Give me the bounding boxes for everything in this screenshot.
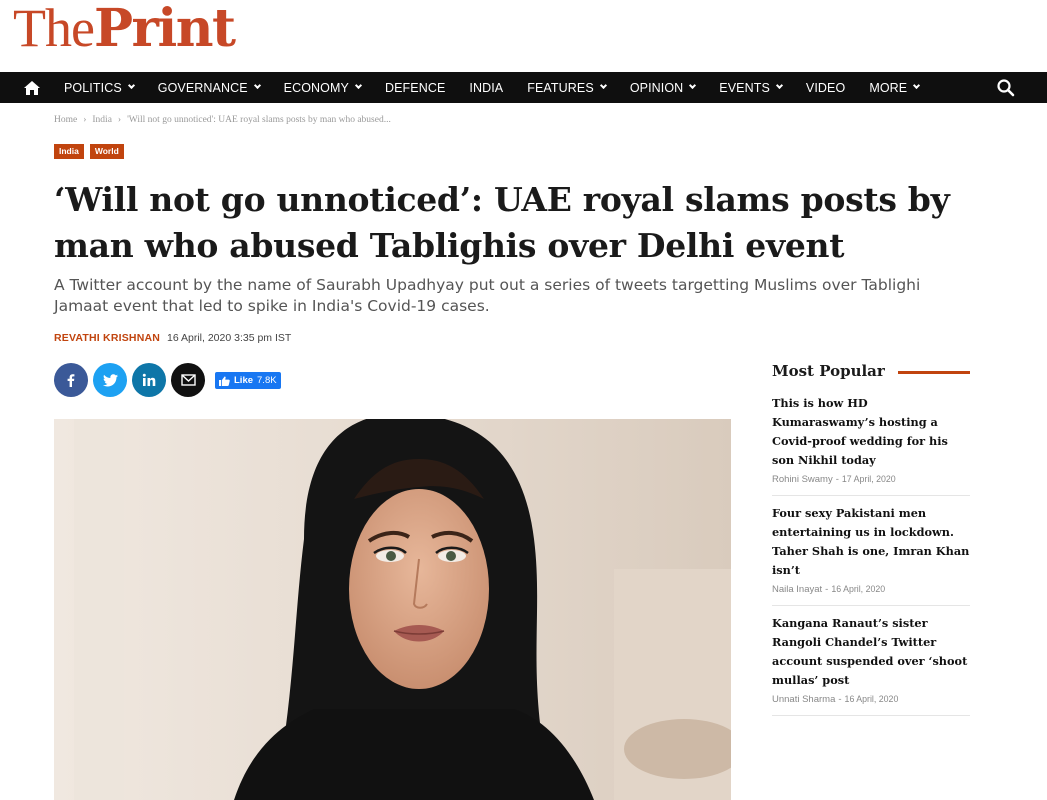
popular-article-link[interactable]: Kangana Ranaut’s sister Rangoli Chandel’… bbox=[772, 614, 970, 690]
article-subhead: A Twitter account by the name of Saurabh… bbox=[54, 276, 921, 315]
site-logo[interactable]: ThePrint bbox=[13, 0, 236, 59]
breadcrumb: Home › India › 'Will not go unnoticed': UAE … bbox=[54, 115, 391, 125]
nav-item-events[interactable]: EVENTS bbox=[707, 72, 794, 103]
email-icon bbox=[180, 374, 196, 386]
nav-item-label: OPINION bbox=[629, 80, 684, 95]
facebook-share-button[interactable] bbox=[54, 363, 88, 397]
nav-item-defence[interactable]: DEFENCE bbox=[373, 72, 457, 103]
breadcrumb-section[interactable]: India bbox=[92, 115, 112, 125]
nav-item-label: VIDEO bbox=[805, 80, 846, 95]
facebook-like-button[interactable]: Like 7.8K bbox=[215, 372, 281, 389]
like-count: 7.8K bbox=[257, 375, 277, 386]
nav-item-label: EVENTS bbox=[719, 80, 770, 95]
list-item: This is how HD Kumaraswamy’s hosting a C… bbox=[772, 386, 970, 496]
nav-item-label: FEATURES bbox=[527, 80, 594, 95]
twitter-icon bbox=[102, 373, 118, 386]
most-popular-title: Most Popular bbox=[772, 362, 885, 380]
chevron-down-icon bbox=[127, 81, 135, 90]
nav-item-label: INDIA bbox=[469, 80, 504, 95]
popular-date: 17 April, 2020 bbox=[841, 474, 896, 484]
home-icon[interactable] bbox=[22, 78, 42, 98]
nav-item-more[interactable]: MORE bbox=[857, 72, 931, 103]
meta-separator: - bbox=[825, 584, 829, 595]
email-share-button[interactable] bbox=[171, 363, 205, 397]
popular-author[interactable]: Unnati Sharma bbox=[772, 694, 835, 705]
nav-item-features[interactable]: FEATURES bbox=[515, 72, 618, 103]
chevron-down-icon bbox=[775, 81, 783, 90]
popular-article-link[interactable]: Four sexy Pakistani men entertaining us … bbox=[772, 504, 970, 580]
byline: REVATHI KRISHNAN 16 April, 2020 3:35 pm … bbox=[54, 332, 291, 344]
most-popular-heading: Most Popular bbox=[772, 362, 970, 386]
article-headline: ‘Will not go unnoticed’: UAE royal slams… bbox=[54, 180, 950, 265]
facebook-icon bbox=[67, 374, 75, 387]
nav-item-video[interactable]: VIDEO bbox=[794, 72, 857, 103]
nav-item-governance[interactable]: GOVERNANCE bbox=[146, 72, 272, 103]
share-bar bbox=[54, 363, 205, 397]
meta-separator: - bbox=[838, 694, 842, 705]
popular-article-meta: Naila Inayat -16 April, 2020 bbox=[772, 584, 970, 595]
logo-print: Print bbox=[93, 0, 236, 59]
nav-item-politics[interactable]: POLITICS bbox=[52, 72, 146, 103]
tag-world[interactable]: World bbox=[89, 144, 124, 159]
heading-rule bbox=[898, 371, 970, 374]
popular-article-meta: Unnati Sharma -16 April, 2020 bbox=[772, 694, 970, 705]
breadcrumb-home[interactable]: Home bbox=[54, 115, 77, 125]
nav-items: POLITICS GOVERNANCE ECONOMY DEFENCE INDIA FEA… bbox=[52, 72, 931, 103]
popular-author[interactable]: Rohini Swamy bbox=[772, 474, 833, 485]
chevron-down-icon bbox=[354, 81, 363, 90]
nav-item-label: POLITICS bbox=[64, 80, 122, 95]
breadcrumb-current: 'Will not go unnoticed': UAE royal slams… bbox=[127, 115, 391, 125]
search-icon[interactable] bbox=[996, 78, 1016, 98]
popular-article-link[interactable]: This is how HD Kumaraswamy’s hosting a C… bbox=[772, 394, 970, 470]
chevron-down-icon bbox=[253, 81, 261, 90]
linkedin-icon bbox=[142, 373, 156, 386]
nav-item-label: GOVERNANCE bbox=[157, 80, 248, 95]
nav-item-label: ECONOMY bbox=[283, 80, 349, 95]
portrait-image bbox=[54, 419, 731, 800]
thumbs-up-icon bbox=[219, 376, 230, 386]
nav-item-opinion[interactable]: OPINION bbox=[618, 72, 707, 103]
logo-the: The bbox=[13, 0, 95, 58]
popular-date: 16 April, 2020 bbox=[844, 694, 899, 704]
nav-item-india[interactable]: INDIA bbox=[457, 72, 515, 103]
category-tags: India World bbox=[54, 144, 124, 159]
nav-item-economy[interactable]: ECONOMY bbox=[272, 72, 373, 103]
linkedin-share-button[interactable] bbox=[132, 363, 166, 397]
chevron-down-icon bbox=[689, 81, 697, 90]
popular-article-meta: Rohini Swamy -17 April, 2020 bbox=[772, 474, 970, 485]
list-item: Four sexy Pakistani men entertaining us … bbox=[772, 496, 970, 606]
like-label: Like bbox=[234, 375, 254, 386]
chevron-down-icon bbox=[913, 81, 921, 90]
main-nav: POLITICS GOVERNANCE ECONOMY DEFENCE INDIA FEA… bbox=[0, 72, 1047, 103]
popular-date: 16 April, 2020 bbox=[831, 584, 886, 594]
list-item: Kangana Ranaut’s sister Rangoli Chandel’… bbox=[772, 606, 970, 716]
twitter-share-button[interactable] bbox=[93, 363, 127, 397]
tag-india[interactable]: India bbox=[54, 144, 84, 159]
chevron-down-icon bbox=[599, 81, 607, 90]
publish-date: 16 April, 2020 3:35 pm IST bbox=[166, 332, 292, 344]
breadcrumb-separator: › bbox=[117, 115, 122, 125]
nav-item-label: DEFENCE bbox=[384, 80, 446, 95]
breadcrumb-separator: › bbox=[83, 115, 87, 125]
popular-author[interactable]: Naila Inayat bbox=[772, 584, 822, 595]
author-link[interactable]: REVATHI KRISHNAN bbox=[54, 332, 160, 344]
nav-item-label: MORE bbox=[869, 80, 908, 95]
meta-separator: - bbox=[835, 474, 839, 485]
article-hero-image bbox=[54, 419, 731, 800]
most-popular-sidebar: Most Popular This is how HD Kumaraswamy’… bbox=[772, 362, 970, 716]
